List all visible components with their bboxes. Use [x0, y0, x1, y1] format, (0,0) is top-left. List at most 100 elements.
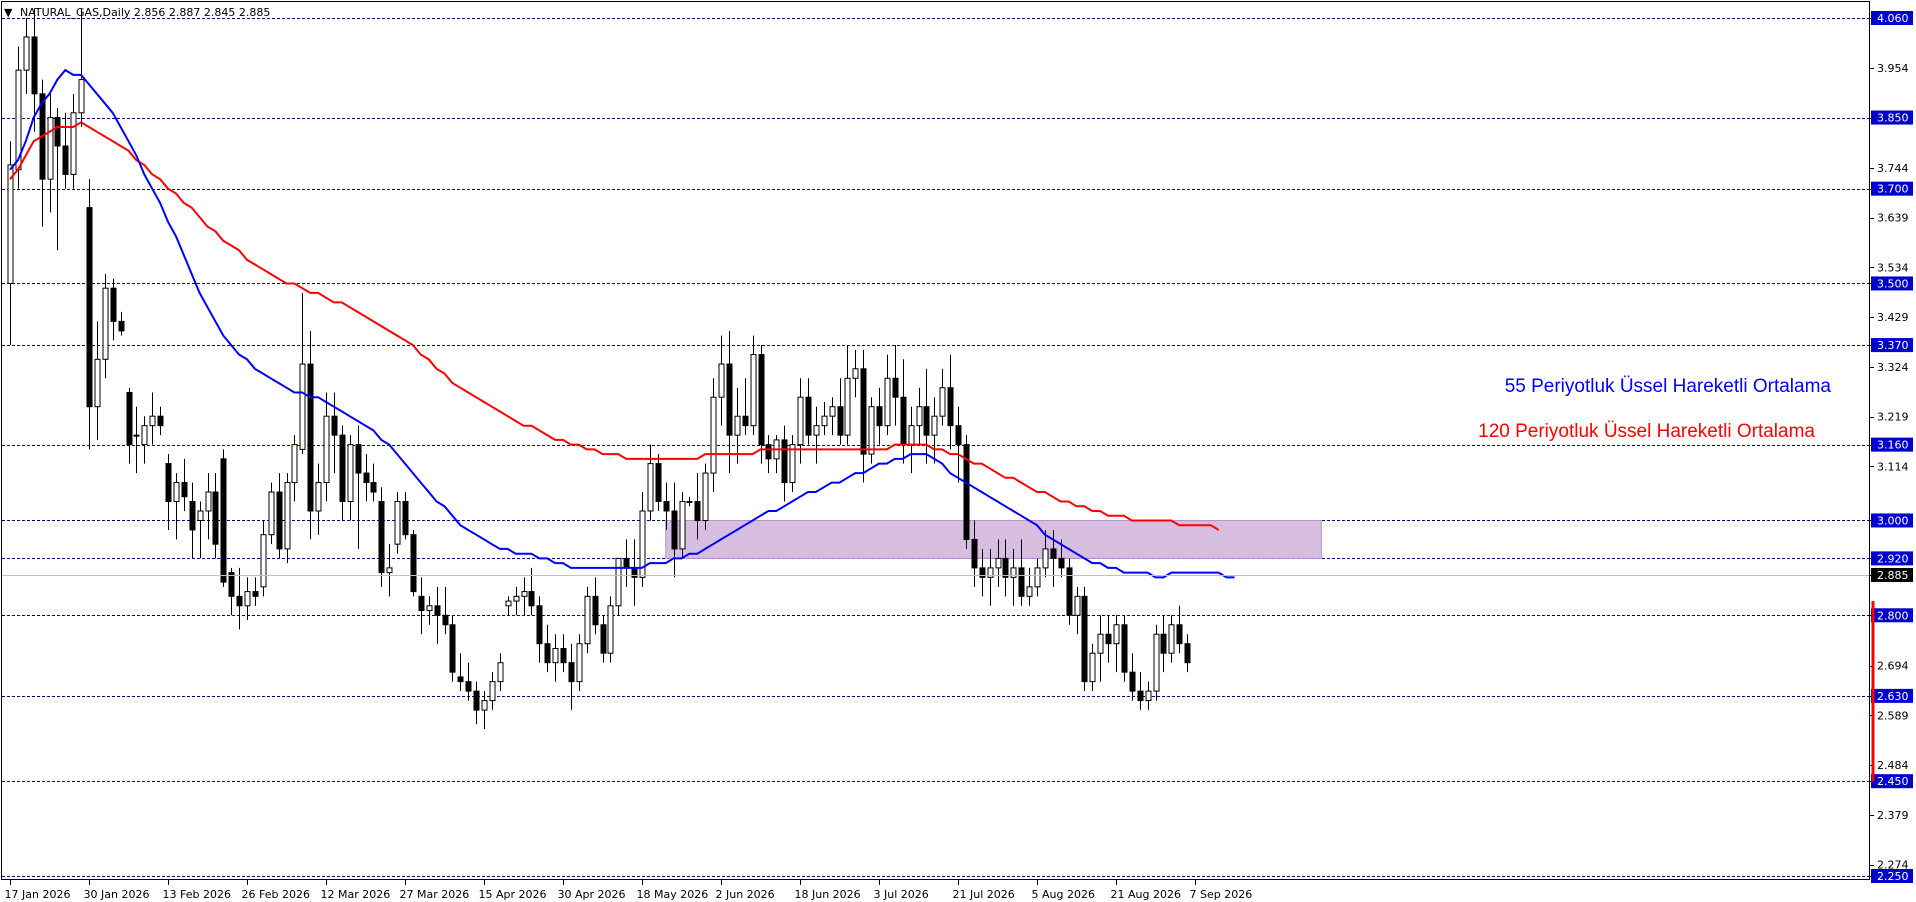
candle-body [923, 406, 930, 436]
candle-body [307, 363, 314, 512]
candle [323, 392, 330, 502]
candle-body [694, 501, 701, 521]
price-tick-label: 3.324 [1877, 361, 1909, 374]
candle [291, 435, 298, 502]
candle-body [1042, 548, 1049, 569]
candle [742, 378, 749, 436]
candle [1168, 615, 1175, 663]
candle-body [442, 614, 449, 626]
candle [1121, 615, 1128, 682]
candle [378, 487, 385, 587]
candle [110, 278, 117, 341]
candle-body [141, 425, 148, 446]
candle-body [189, 501, 196, 531]
candle [1145, 681, 1152, 711]
candle-body [299, 363, 306, 450]
candle-body [1081, 595, 1088, 683]
candle [892, 345, 899, 426]
candle [1137, 672, 1144, 711]
candle-body [1184, 643, 1191, 664]
time-tick-label: 13 Feb 2026 [163, 888, 231, 901]
candle-body [758, 354, 765, 446]
candle [813, 406, 820, 464]
candle [94, 321, 101, 440]
candle-body [908, 425, 915, 446]
level-label: 3.850 [1877, 112, 1909, 125]
candle-body [54, 117, 61, 147]
candle-body [655, 463, 662, 503]
candle [355, 425, 362, 549]
candle [955, 406, 962, 483]
level-label: 3.370 [1877, 339, 1909, 352]
candle [410, 529, 417, 597]
candle-body [165, 463, 172, 503]
candle [7, 141, 14, 346]
candle [821, 401, 828, 436]
candle-body [394, 501, 401, 545]
price-tick-label: 2.379 [1877, 809, 1909, 822]
candle [789, 435, 796, 493]
candle [418, 577, 425, 635]
candle-body [1050, 548, 1057, 559]
candle-body [844, 377, 851, 436]
candle [568, 643, 575, 711]
time-axis: 17 Jan 2026 30 Jan 2026 13 Feb 2026 26 Feb … [5, 880, 1252, 901]
candle [631, 539, 638, 606]
candle-body [434, 605, 441, 616]
candle [1105, 615, 1112, 663]
candle [655, 454, 662, 511]
candle-body [995, 557, 1002, 569]
candle-body [86, 207, 93, 408]
header-marker[interactable]: ▼ [4, 6, 13, 19]
candle [1089, 643, 1096, 692]
candle-body [323, 415, 330, 484]
candle [765, 435, 772, 474]
candle-body [228, 572, 235, 597]
level-label: 3.000 [1877, 514, 1909, 527]
candle-body [173, 482, 180, 503]
candle [1113, 615, 1120, 673]
candle-body [568, 662, 575, 683]
candle-body [829, 406, 836, 417]
candle [852, 349, 859, 398]
candle [1129, 653, 1136, 701]
candle-body [702, 472, 709, 521]
candle [868, 397, 875, 464]
candle [552, 634, 559, 682]
price-tick-label: 3.534 [1877, 261, 1909, 274]
candle [726, 330, 733, 474]
candle-body [110, 287, 117, 322]
candle-body [133, 434, 140, 437]
candle [647, 444, 654, 521]
candle [252, 577, 259, 606]
candle-body [363, 472, 370, 484]
candle [876, 387, 883, 445]
candle-body [410, 534, 417, 593]
level-label: 2.630 [1877, 690, 1909, 703]
candle-body [23, 36, 30, 71]
candle-body [418, 595, 425, 612]
candle [23, 18, 30, 94]
candle [165, 454, 172, 530]
candle-body [607, 605, 614, 654]
candle-body [647, 463, 654, 512]
candle-body [726, 363, 733, 436]
candle-body [615, 557, 622, 607]
candle-body [765, 444, 772, 460]
candle-body [1176, 624, 1183, 645]
candle [679, 492, 686, 559]
candle-body [457, 676, 464, 683]
candle [181, 458, 188, 511]
candle [489, 672, 496, 711]
candle [1026, 567, 1033, 606]
level-label: 2.250 [1877, 870, 1909, 883]
candle [126, 387, 133, 464]
candle [505, 596, 512, 616]
candle-body [1160, 633, 1167, 654]
candle-body [402, 501, 409, 536]
candle-body [797, 396, 804, 446]
candle [315, 463, 322, 535]
candle-body [347, 444, 354, 503]
candle-body [971, 538, 978, 569]
candle [173, 473, 180, 540]
